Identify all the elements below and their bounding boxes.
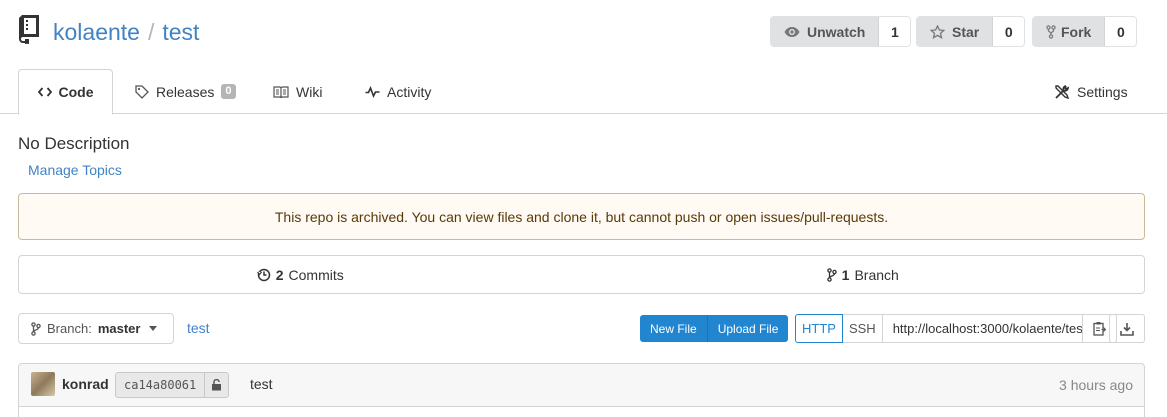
- clone-panel: HTTP SSH http://localhost:3000/kolaente/…: [795, 314, 1117, 343]
- star-count[interactable]: 0: [992, 17, 1025, 46]
- title-separator: /: [147, 19, 155, 45]
- branch-name: master: [97, 321, 141, 336]
- repo-icon: [19, 15, 39, 44]
- clone-url-input[interactable]: http://localhost:3000/kolaente/test.git: [882, 314, 1083, 343]
- repo-description: No Description: [18, 134, 130, 153]
- history-icon: [256, 268, 270, 281]
- breadcrumb-repo[interactable]: test: [187, 320, 210, 336]
- fork-button[interactable]: Fork: [1033, 17, 1105, 46]
- fork-group: Fork 0: [1032, 16, 1138, 47]
- tab-code-label: Code: [58, 84, 94, 100]
- tag-icon: [135, 84, 149, 99]
- repo-tabs: Code Releases 0 Wiki Activity Settings: [0, 69, 1167, 115]
- star-label: Star: [952, 23, 980, 40]
- eye-icon: [784, 26, 800, 37]
- archived-notice: This repo is archived. You can view file…: [18, 193, 1145, 240]
- http-button[interactable]: HTTP: [795, 314, 843, 343]
- tab-releases[interactable]: Releases 0: [135, 69, 236, 114]
- star-button[interactable]: Star: [917, 17, 993, 46]
- watch-group: Unwatch 1: [770, 16, 912, 47]
- branch-prefix: Branch:: [47, 321, 92, 336]
- commit-message[interactable]: test: [250, 376, 273, 392]
- unwatch-button[interactable]: Unwatch: [771, 17, 879, 46]
- chevron-down-icon: [149, 326, 158, 331]
- file-table-edge: [18, 407, 1145, 417]
- tab-activity-label: Activity: [387, 83, 432, 100]
- lock-icon[interactable]: [204, 373, 229, 397]
- code-icon: [37, 87, 52, 97]
- repo-owner-link[interactable]: kolaente: [53, 19, 140, 45]
- archived-notice-text: This repo is archived. You can view file…: [274, 208, 889, 225]
- watch-count[interactable]: 1: [878, 17, 911, 46]
- branch-dropdown[interactable]: Branch: master: [18, 313, 174, 344]
- branch-icon: [826, 267, 837, 282]
- repo-name-link[interactable]: test: [162, 19, 199, 45]
- branches-count: 1: [841, 266, 850, 283]
- latest-commit-bar: konrad ca14a80061 test 3 hours ago: [18, 363, 1145, 407]
- avatar[interactable]: [31, 372, 55, 396]
- commit-sha-link[interactable]: ca14a80061: [116, 373, 205, 397]
- book-icon: [273, 85, 289, 98]
- star-group: Star 0: [916, 16, 1026, 47]
- tab-releases-label: Releases: [156, 83, 215, 100]
- fork-label: Fork: [1061, 23, 1092, 40]
- releases-count-badge: 0: [221, 84, 236, 99]
- tab-settings-label: Settings: [1077, 83, 1128, 100]
- tab-wiki[interactable]: Wiki: [273, 69, 322, 114]
- pulse-icon: [365, 85, 380, 98]
- repo-title: kolaente / test: [53, 17, 199, 47]
- commit-sha: ca14a80061: [115, 372, 230, 398]
- branches-stat[interactable]: 1 Branch: [582, 256, 1145, 293]
- ssh-button[interactable]: SSH: [842, 314, 883, 343]
- upload-file-button[interactable]: Upload File: [706, 315, 789, 342]
- clippy-icon: [1093, 322, 1106, 336]
- tab-wiki-label: Wiki: [296, 83, 323, 100]
- unwatch-label: Unwatch: [807, 23, 866, 40]
- commit-author[interactable]: konrad: [62, 376, 109, 392]
- tab-code[interactable]: Code: [18, 69, 113, 115]
- tab-settings[interactable]: Settings: [1054, 69, 1128, 114]
- new-file-button[interactable]: New File: [640, 315, 707, 342]
- download-button[interactable]: [1109, 314, 1145, 343]
- commits-label: Commits: [288, 266, 344, 283]
- branches-label: Branch: [854, 266, 899, 283]
- commits-stat[interactable]: 2 Commits: [19, 256, 582, 293]
- branch-icon: [31, 321, 41, 336]
- repo-stats: 2 Commits 1 Branch: [18, 255, 1145, 294]
- star-icon: [930, 24, 945, 39]
- file-actions: New File Upload File: [640, 315, 789, 342]
- fork-count[interactable]: 0: [1104, 17, 1137, 46]
- tab-activity[interactable]: Activity: [365, 69, 431, 114]
- commit-time: 3 hours ago: [1059, 377, 1133, 393]
- download-icon: [1120, 322, 1134, 336]
- tools-icon: [1055, 84, 1070, 99]
- manage-topics-link[interactable]: Manage Topics: [28, 162, 122, 178]
- commits-count: 2: [275, 266, 284, 283]
- fork-icon: [1046, 24, 1056, 39]
